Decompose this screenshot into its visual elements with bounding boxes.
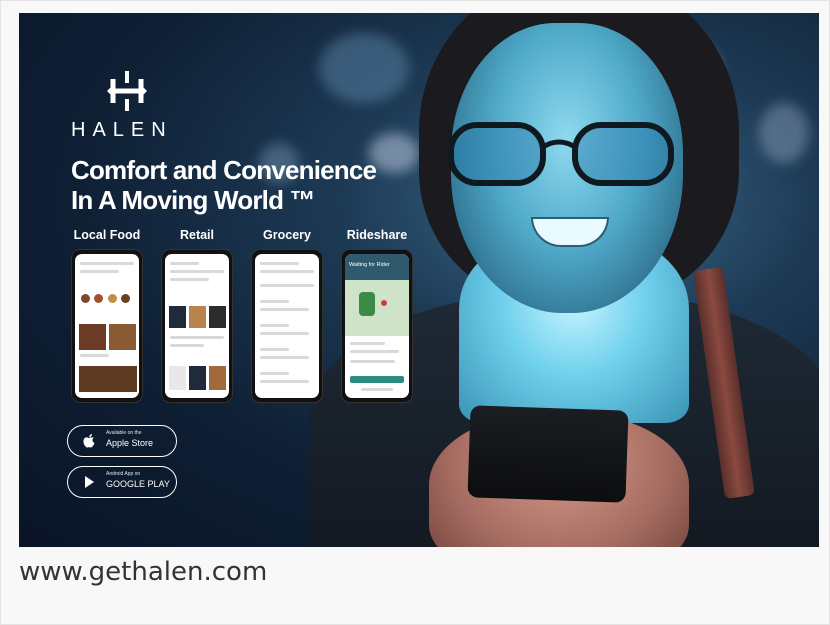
- category-retail: Retail: [179, 228, 215, 242]
- website-url: www.gethalen.com: [19, 557, 268, 587]
- phone-local-food: [71, 249, 143, 403]
- action-bar: [350, 376, 404, 383]
- headline-line-2: In A Moving World ™: [71, 185, 316, 215]
- bokeh-light: [759, 103, 809, 163]
- category-rideshare: Rideshare: [346, 228, 408, 242]
- food-image: [79, 366, 137, 392]
- phone-grocery: [251, 249, 323, 403]
- glasses-icon: [448, 122, 674, 186]
- map-view: [345, 280, 409, 336]
- jacket-image: [189, 366, 206, 390]
- google-play-button[interactable]: Android App on GOOGLE PLAY: [67, 466, 177, 498]
- apple-icon: [83, 434, 95, 448]
- phone-screen: [75, 254, 139, 398]
- category-local-food: Local Food: [73, 228, 141, 242]
- jacket-image: [189, 306, 206, 328]
- apple-store-button[interactable]: Available on the Apple Store: [67, 425, 177, 457]
- food-image: [109, 324, 136, 350]
- phone-screen: [165, 254, 229, 398]
- food-icons-row: [81, 290, 133, 303]
- headline: Comfort and Convenience In A Moving Worl…: [71, 155, 431, 215]
- phone-screen: [255, 254, 319, 398]
- google-play-label: GOOGLE PLAY: [106, 479, 170, 489]
- jacket-image: [209, 366, 226, 390]
- phone-retail: [161, 249, 233, 403]
- headline-line-1: Comfort and Convenience: [71, 155, 377, 185]
- phone-screen: Waiting for Rider: [345, 254, 409, 398]
- rideshare-title: Waiting for Rider: [349, 262, 390, 268]
- hero-banner: HALEN Comfort and Convenience In A Movin…: [19, 13, 819, 547]
- google-play-small-text: Android App on: [106, 471, 141, 477]
- held-phone: [467, 405, 629, 503]
- apple-store-small-text: Available on the: [106, 430, 142, 436]
- halen-h-logo-icon: [107, 71, 147, 111]
- jacket-image: [169, 306, 186, 328]
- page: HALEN Comfort and Convenience In A Movin…: [0, 0, 830, 625]
- category-grocery: Grocery: [263, 228, 311, 242]
- apple-store-label: Apple Store: [106, 438, 154, 448]
- jacket-image: [169, 366, 186, 390]
- bokeh-light: [319, 33, 409, 103]
- phone-rideshare: Waiting for Rider: [341, 249, 413, 403]
- brand-name: HALEN: [71, 119, 173, 141]
- play-icon: [85, 476, 94, 488]
- jacket-image: [209, 306, 226, 328]
- food-image: [79, 324, 106, 350]
